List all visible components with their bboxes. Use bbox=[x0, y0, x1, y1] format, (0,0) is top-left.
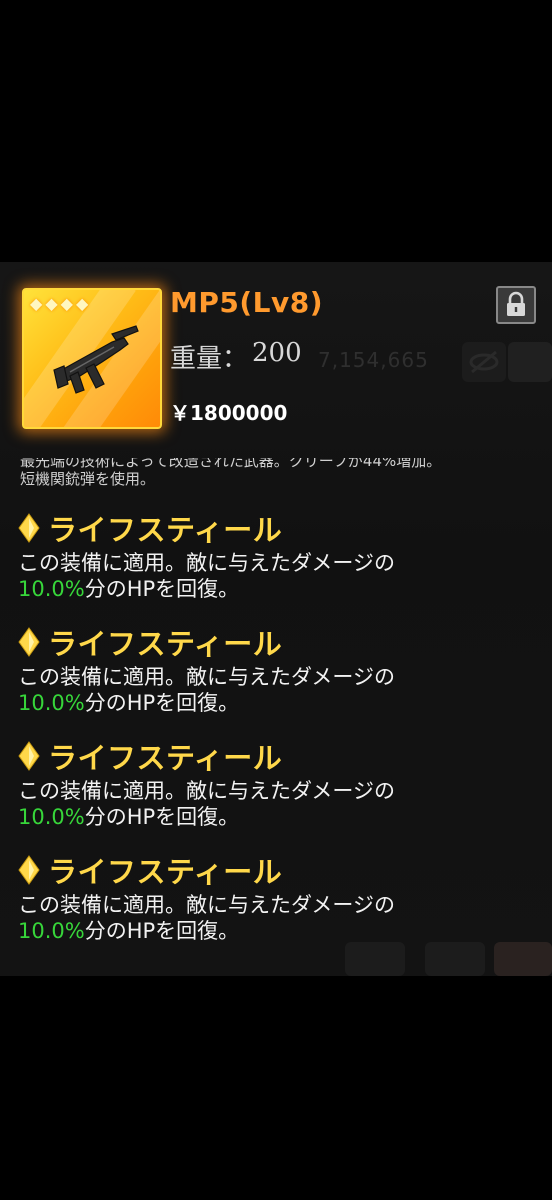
item-name: MP5(Lv8) bbox=[170, 286, 324, 319]
lock-button[interactable] bbox=[496, 286, 536, 324]
rarity-stars: ◆ ◆ ◆ ◆ bbox=[30, 296, 88, 312]
star-icon: ◆ bbox=[45, 294, 58, 313]
effect-description: この装備に適用。敵に与えたダメージの 10.0%分のHPを回復。 bbox=[18, 665, 395, 715]
effect-description: この装備に適用。敵に与えたダメージの 10.0%分のHPを回復。 bbox=[18, 779, 395, 829]
effect-percent: 10.0% bbox=[18, 805, 85, 829]
effect-description: この装備に適用。敵に与えたダメージの 10.0%分のHPを回復。 bbox=[18, 893, 395, 943]
effect-entry: ライフスティール この装備に適用。敵に与えたダメージの 10.0%分のHPを回復… bbox=[18, 510, 538, 602]
background-tab bbox=[508, 342, 552, 382]
effect-name: ライフスティール bbox=[48, 741, 283, 775]
smg-weapon-icon bbox=[53, 325, 139, 394]
effect-entry: ライフスティール この装備に適用。敵に与えたダメージの 10.0%分のHPを回復… bbox=[18, 852, 538, 944]
effect-name: ライフスティール bbox=[48, 513, 283, 547]
effect-entry: ライフスティール この装備に適用。敵に与えたダメージの 10.0%分のHPを回復… bbox=[18, 624, 538, 716]
description-line: 最先端の技術によって改造された武器。クリーフが44%増加。 bbox=[20, 458, 442, 470]
item-price: ￥1800000 bbox=[170, 401, 288, 425]
background-button bbox=[345, 942, 405, 976]
effect-percent: 10.0% bbox=[18, 691, 85, 715]
effect-percent: 10.0% bbox=[18, 919, 85, 943]
effect-name: ライフスティール bbox=[48, 627, 283, 661]
diamond-icon bbox=[18, 627, 40, 657]
lock-icon bbox=[507, 291, 525, 316]
item-detail-panel: 7,154,665 ◆ ◆ ◆ ◆ MP5(Lv8) 重量： 200 ￥1800… bbox=[0, 262, 552, 976]
star-icon: ◆ bbox=[30, 294, 43, 313]
background-eye-icon bbox=[462, 342, 506, 382]
effect-name: ライフスティール bbox=[48, 855, 283, 889]
star-icon: ◆ bbox=[60, 294, 73, 313]
background-button bbox=[494, 942, 552, 976]
weight-value: 200 bbox=[252, 338, 302, 368]
description-line: 短機関銃弾を使用。 bbox=[20, 470, 156, 488]
item-icon-card: ◆ ◆ ◆ ◆ bbox=[22, 288, 162, 429]
effect-percent: 10.0% bbox=[18, 577, 85, 601]
effect-description: この装備に適用。敵に与えたダメージの 10.0%分のHPを回復。 bbox=[18, 551, 395, 601]
diamond-icon bbox=[18, 513, 40, 543]
weight-label: 重量： bbox=[170, 344, 249, 374]
diamond-icon bbox=[18, 741, 40, 771]
diamond-icon bbox=[18, 855, 40, 885]
background-counter: 7,154,665 bbox=[318, 348, 429, 372]
item-description: 最先端の技術によって改造された武器。クリーフが44%増加。 短機関銃弾を使用。 bbox=[20, 458, 540, 488]
star-icon: ◆ bbox=[75, 294, 89, 313]
background-button bbox=[425, 942, 485, 976]
effect-entry: ライフスティール この装備に適用。敵に与えたダメージの 10.0%分のHPを回復… bbox=[18, 738, 538, 830]
